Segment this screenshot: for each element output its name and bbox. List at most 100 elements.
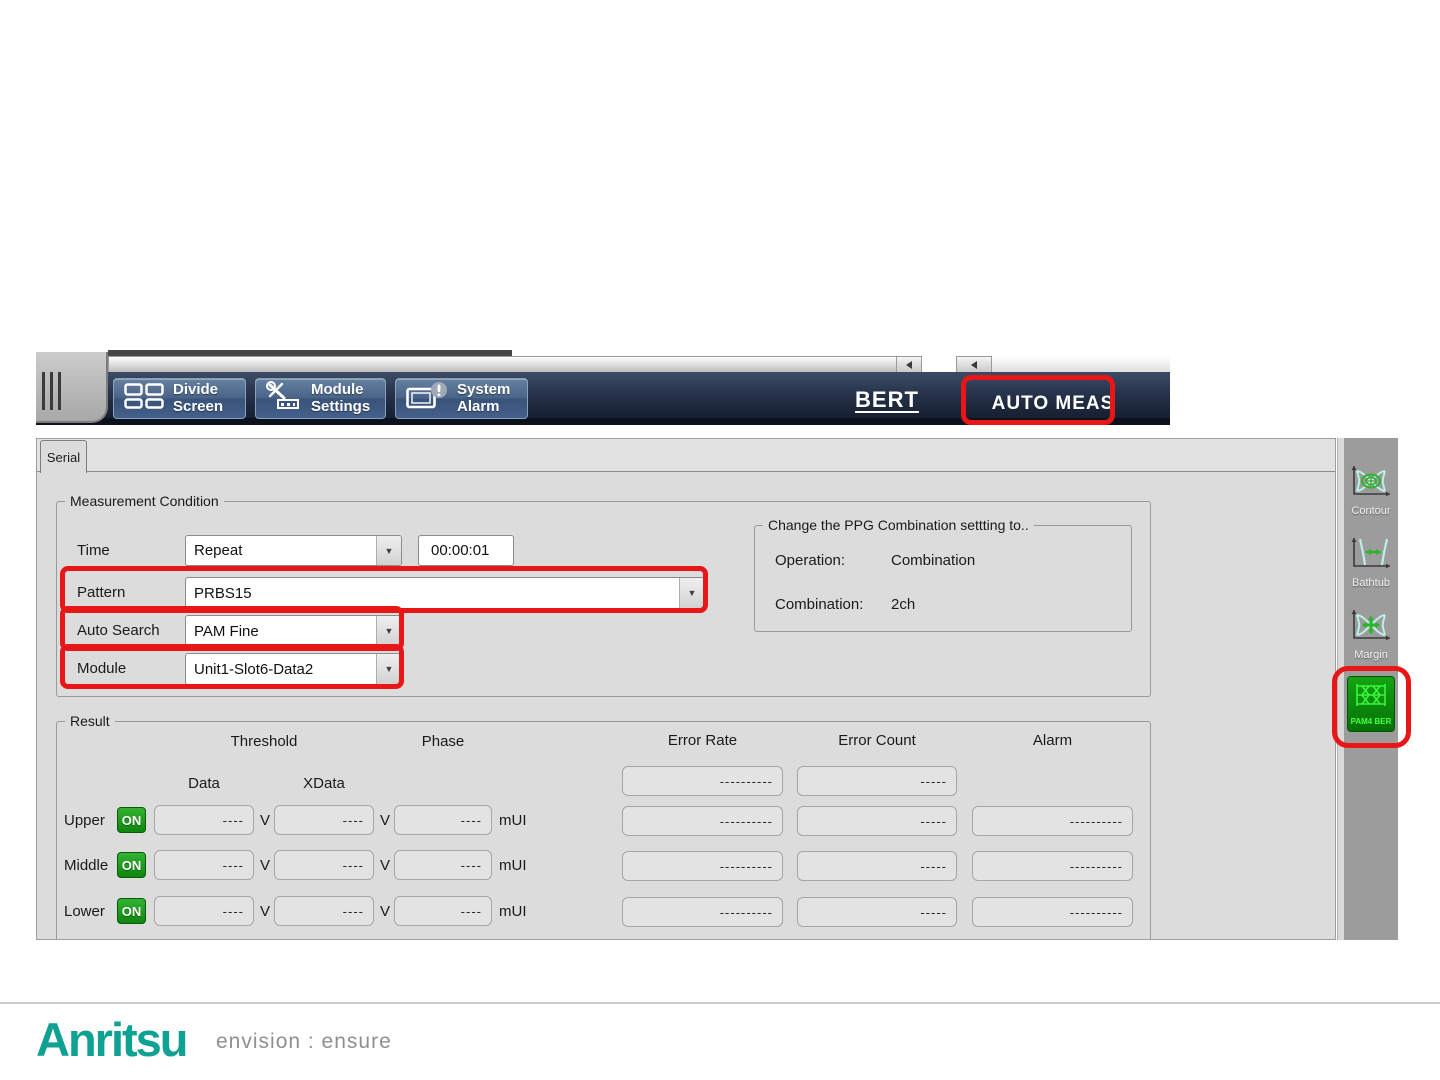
phase-field: ---- <box>394 850 492 880</box>
ppg-combination-group: Change the PPG Combination settting to..… <box>754 517 1132 632</box>
middle-on-toggle[interactable]: ON <box>117 852 146 878</box>
toolbar-bottom-edge <box>36 418 1170 425</box>
button-label-line: Screen <box>173 397 224 415</box>
result-row-total: Total <box>57 932 1150 939</box>
button-label-line: System <box>457 381 511 398</box>
cropped-window-panel <box>992 356 1170 373</box>
unit-label: V <box>260 903 271 920</box>
anritsu-logo: Anritsu <box>36 1013 188 1066</box>
result-summary-row: ---------- ----- <box>57 765 1150 799</box>
operation-value: Combination <box>891 552 976 569</box>
phase-field: ---- <box>394 805 492 835</box>
error-rate-field: ---------- <box>622 806 783 836</box>
bert-menu[interactable]: BERT <box>842 387 932 413</box>
panel-grip-handle[interactable] <box>36 352 108 423</box>
pam4-ber-icon <box>1354 682 1388 715</box>
phase-field: ---- <box>394 896 492 926</box>
column-header-threshold: Threshold <box>230 733 298 750</box>
column-header-error-rate: Error Rate <box>667 732 738 749</box>
time-mode-dropdown[interactable]: Repeat ▼ <box>185 535 402 566</box>
footer-divider <box>0 1002 1440 1004</box>
summary-error-rate-field: ---------- <box>622 766 783 796</box>
row-label: Lower <box>64 903 105 920</box>
unit-label: mUI <box>499 857 527 874</box>
alarm-field: ---------- <box>972 806 1133 836</box>
auto-search-value: PAM Fine <box>194 622 259 640</box>
scroll-left-icon <box>906 360 912 369</box>
combination-label: Combination: <box>775 596 864 613</box>
data-threshold-field: ---- <box>154 896 254 926</box>
button-label-line: Module <box>311 381 364 398</box>
unit-label: V <box>380 903 391 920</box>
anritsu-tagline: envision : ensure <box>216 1030 392 1053</box>
chevron-down-icon: ▼ <box>376 616 401 646</box>
system-alarm-button[interactable]: System Alarm <box>395 378 528 419</box>
time-label: Time <box>77 542 110 559</box>
auto-search-label: Auto Search <box>77 622 160 639</box>
sidebar-item-label: Contour <box>1351 505 1391 517</box>
row-label: Middle <box>64 857 109 874</box>
combination-value: 2ch <box>891 596 916 613</box>
scrollbar-arrow-button[interactable] <box>896 356 922 373</box>
main-toolbar: Divide Screen Module Settings System Ala… <box>36 372 1170 425</box>
module-dropdown[interactable]: Unit1-Slot6-Data2 ▼ <box>185 653 402 685</box>
pattern-label: Pattern <box>77 584 126 601</box>
operation-label: Operation: <box>775 552 846 569</box>
divide-screen-icon <box>124 382 164 415</box>
alarm-field: ---------- <box>972 897 1133 927</box>
auto-search-dropdown[interactable]: PAM Fine ▼ <box>185 615 402 647</box>
module-settings-button[interactable]: Module Settings <box>255 378 386 419</box>
sidebar-item-contour[interactable]: Contour <box>1344 464 1398 517</box>
sidebar-item-label: Margin <box>1354 649 1388 661</box>
data-threshold-field: ---- <box>154 805 254 835</box>
group-title: Change the PPG Combination settting to.. <box>763 517 1034 533</box>
module-label: Module <box>77 660 127 677</box>
unit-label: V <box>380 812 391 829</box>
time-value-field[interactable]: 00:00:01 <box>418 535 514 566</box>
result-group: Result Threshold Phase Error Rate Error … <box>56 713 1151 939</box>
sidebar-item-label: PAM4 BER <box>1350 717 1392 726</box>
group-title: Measurement Condition <box>65 493 224 509</box>
chevron-down-icon: ▼ <box>376 654 401 684</box>
result-row-upper: Upper ON ---- V ---- V ---- mUI --------… <box>57 805 1150 839</box>
error-rate-field: ---------- <box>622 897 783 927</box>
sidebar-item-bathtub[interactable]: Bathtub <box>1344 536 1398 589</box>
total-label: Total <box>576 938 608 939</box>
alarm-field: ---------- <box>972 851 1133 881</box>
chevron-down-icon: ▼ <box>376 536 401 565</box>
scrollbar-arrow-button-2[interactable] <box>956 356 992 373</box>
error-count-field: ----- <box>797 897 957 927</box>
sidebar-item-label: Bathtub <box>1352 577 1390 589</box>
bathtub-icon <box>1350 536 1392 575</box>
system-alarm-icon <box>406 381 448 416</box>
sidebar-item-margin[interactable]: Margin <box>1344 608 1398 661</box>
error-count-field: ----- <box>797 806 957 836</box>
auto-meas-menu[interactable]: AUTO MEAS <box>968 393 1138 415</box>
error-count-field: ----- <box>797 851 957 881</box>
module-value: Unit1-Slot6-Data2 <box>194 660 314 678</box>
tab-serial[interactable]: Serial <box>40 440 87 473</box>
result-view-sidebar: Contour Bathtub Margin PAM4 BER <box>1344 438 1398 940</box>
time-mode-value: Repeat <box>194 542 243 559</box>
auto-meas-panel: Serial Measurement Condition Time Repeat… <box>36 438 1336 940</box>
summary-error-count-field: ----- <box>797 766 957 796</box>
contour-icon <box>1350 464 1392 503</box>
result-row-middle: Middle ON ---- V ---- V ---- mUI -------… <box>57 850 1150 884</box>
horizontal-scrollbar[interactable] <box>108 356 922 373</box>
button-label-line: Divide <box>173 381 219 398</box>
button-label-line: Alarm <box>457 397 500 415</box>
module-settings-icon <box>266 381 302 416</box>
xdata-threshold-field: ---- <box>274 896 374 926</box>
sidebar-item-pam4-ber[interactable]: PAM4 BER <box>1347 676 1395 732</box>
group-title: Result <box>65 713 115 729</box>
divide-screen-button[interactable]: Divide Screen <box>113 378 246 419</box>
pattern-dropdown[interactable]: PRBS15 ▼ <box>185 577 705 609</box>
measurement-condition-group: Measurement Condition Time Repeat ▼ 00:0… <box>56 493 1151 697</box>
data-threshold-field: ---- <box>154 850 254 880</box>
column-header-alarm: Alarm <box>1032 732 1073 749</box>
lower-on-toggle[interactable]: ON <box>117 898 146 924</box>
row-label: Upper <box>64 812 105 829</box>
unit-label: V <box>380 857 391 874</box>
upper-on-toggle[interactable]: ON <box>117 807 146 833</box>
xdata-threshold-field: ---- <box>274 850 374 880</box>
